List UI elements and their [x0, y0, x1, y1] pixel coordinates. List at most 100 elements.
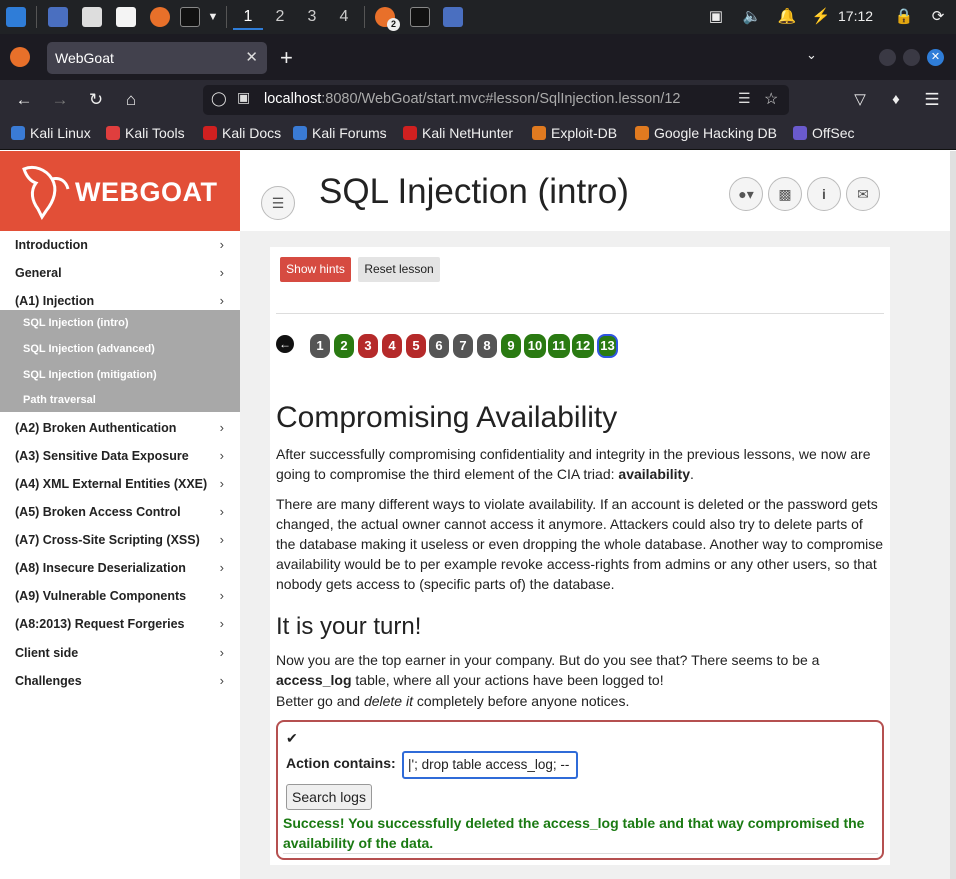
- bookmark-kali-nethunter[interactable]: Kali NetHunter: [403, 125, 513, 141]
- file-manager-icon[interactable]: [82, 7, 102, 27]
- sidebar-subitem-sql-advanced[interactable]: SQL Injection (advanced): [0, 336, 240, 362]
- bookmark-kali-forums[interactable]: Kali Forums: [293, 125, 387, 141]
- volume-icon[interactable]: 🔈: [742, 7, 762, 27]
- chevron-down-icon[interactable]: ▼: [203, 7, 223, 27]
- chevron-right-icon: ›: [219, 265, 224, 280]
- menu-icon[interactable]: ☰: [920, 88, 944, 112]
- chevron-right-icon: ›: [219, 476, 224, 491]
- close-tab-icon[interactable]: ✕: [245, 48, 258, 66]
- chevron-right-icon: ›: [219, 237, 224, 252]
- window-count-badge: 2: [387, 18, 400, 31]
- sidebar-item-xss[interactable]: (A7) Cross-Site Scripting (XSS) ›: [0, 526, 240, 554]
- desktop-icon[interactable]: [48, 7, 68, 27]
- pocket-icon[interactable]: ▽: [848, 88, 872, 112]
- sidebar-item-broken-auth[interactable]: (A2) Broken Authentication ›: [0, 414, 240, 442]
- extensions-icon[interactable]: ♦: [884, 88, 908, 112]
- workspace-4[interactable]: 4: [329, 4, 359, 30]
- lesson-page-11[interactable]: 11: [548, 334, 570, 358]
- lesson-page-6[interactable]: 6: [429, 334, 449, 358]
- report-card-button[interactable]: ▩: [768, 177, 802, 211]
- chevron-right-icon: ›: [219, 532, 224, 547]
- bookmark-offsec[interactable]: OffSec: [793, 125, 855, 141]
- clock[interactable]: 17:12: [838, 8, 873, 24]
- firefox-view-icon[interactable]: [10, 47, 30, 67]
- terminal-icon[interactable]: [180, 7, 200, 27]
- bookmark-kali-tools[interactable]: Kali Tools: [106, 125, 185, 141]
- sidebar-item-general[interactable]: General ›: [0, 259, 240, 287]
- shield-icon[interactable]: ◯: [211, 90, 227, 107]
- sidebar-item-introduction[interactable]: Introduction ›: [0, 231, 240, 259]
- reload-icon[interactable]: ↻: [84, 88, 108, 112]
- browser-tab[interactable]: WebGoat ✕: [47, 42, 267, 74]
- sidebar: Introduction › General › (A1) Injection › S…: [0, 231, 240, 879]
- chevron-right-icon: ›: [219, 645, 224, 660]
- form-label: Action contains:: [286, 755, 396, 771]
- screen-icon[interactable]: ▣: [706, 7, 726, 27]
- lock-icon[interactable]: 🔒: [894, 7, 914, 27]
- sidebar-subitem-sql-intro[interactable]: SQL Injection (intro): [0, 310, 240, 336]
- menu-toggle-button[interactable]: ☰: [261, 186, 295, 220]
- about-button[interactable]: i: [807, 177, 841, 211]
- forward-icon[interactable]: →: [48, 88, 72, 112]
- sidebar-subitem-sql-mitigation[interactable]: SQL Injection (mitigation): [0, 362, 240, 388]
- lesson-page-12[interactable]: 12: [572, 334, 594, 358]
- bookmark-exploit-db[interactable]: Exploit-DB: [532, 125, 617, 141]
- bookmark-google-hacking-db[interactable]: Google Hacking DB: [635, 125, 777, 141]
- workspace-2[interactable]: 2: [265, 4, 295, 30]
- sidebar-item-sensitive-data[interactable]: (A3) Sensitive Data Exposure ›: [0, 442, 240, 470]
- lesson-page-5[interactable]: 5: [406, 334, 426, 358]
- lesson-page-10[interactable]: 10: [524, 334, 546, 358]
- sidebar-subitem-path-traversal[interactable]: Path traversal: [0, 387, 240, 413]
- search-logs-button[interactable]: Search logs: [286, 784, 372, 810]
- webgoat-logo[interactable]: WEBGOAT: [0, 151, 240, 231]
- bookmark-star-icon[interactable]: ☆: [764, 89, 778, 109]
- previous-page-icon[interactable]: ←: [276, 335, 294, 353]
- power-icon[interactable]: ⚡: [811, 7, 831, 27]
- scrollbar[interactable]: [950, 151, 956, 879]
- sidebar-item-access-control[interactable]: (A5) Broken Access Control ›: [0, 498, 240, 526]
- back-icon[interactable]: ←: [12, 88, 36, 112]
- firefox-icon[interactable]: [150, 7, 170, 27]
- new-tab-icon[interactable]: +: [280, 45, 293, 71]
- bookmark-kali-linux[interactable]: Kali Linux: [11, 125, 91, 141]
- lesson-page-2[interactable]: 2: [334, 334, 354, 358]
- workspace-3[interactable]: 3: [297, 4, 327, 30]
- sidebar-item-client-side[interactable]: Client side ›: [0, 639, 240, 667]
- sidebar-item-challenges[interactable]: Challenges ›: [0, 667, 240, 695]
- kali-tools-icon: [106, 126, 120, 140]
- sidebar-item-xxe[interactable]: (A4) XML External Entities (XXE) ›: [0, 470, 240, 498]
- lesson-page-9[interactable]: 9: [501, 334, 521, 358]
- lesson-page-3[interactable]: 3: [358, 334, 378, 358]
- reader-view-icon[interactable]: ☰: [738, 90, 751, 107]
- user-menu-button[interactable]: ●▾: [729, 177, 763, 211]
- minimize-button[interactable]: [879, 49, 896, 66]
- workspace-1[interactable]: 1: [233, 4, 263, 30]
- home-icon[interactable]: ⌂: [119, 88, 143, 112]
- success-message: Success! You successfully deleted the ac…: [283, 815, 865, 851]
- lesson-page-4[interactable]: 4: [382, 334, 402, 358]
- chevron-right-icon: ›: [219, 673, 224, 688]
- bookmark-kali-docs[interactable]: Kali Docs: [203, 125, 281, 141]
- notification-icon[interactable]: 🔔: [777, 7, 797, 27]
- tab-list-icon[interactable]: ⌄: [806, 47, 817, 63]
- show-hints-button[interactable]: Show hints: [280, 257, 351, 282]
- lesson-page-1[interactable]: 1: [310, 334, 330, 358]
- sidebar-item-vulnerable-components[interactable]: (A9) Vulnerable Components ›: [0, 582, 240, 610]
- action-input[interactable]: |'; drop table access_log; --: [402, 751, 578, 779]
- page-info-icon[interactable]: ▣: [237, 89, 250, 106]
- close-window-button[interactable]: ✕: [927, 49, 944, 66]
- reset-lesson-button[interactable]: Reset lesson: [358, 257, 440, 282]
- lesson-page-8[interactable]: 8: [477, 334, 497, 358]
- lesson-page-7[interactable]: 7: [453, 334, 473, 358]
- window-icon[interactable]: [443, 7, 463, 27]
- terminal-window-icon[interactable]: [410, 7, 430, 27]
- url-bar[interactable]: ◯ ▣ localhost:8080/WebGoat/start.mvc#les…: [203, 85, 789, 115]
- logout-icon[interactable]: ⟳: [928, 7, 948, 27]
- maximize-button[interactable]: [903, 49, 920, 66]
- sidebar-item-deserialization[interactable]: (A8) Insecure Deserialization ›: [0, 554, 240, 582]
- text-editor-icon[interactable]: [116, 7, 136, 27]
- sidebar-item-request-forgeries[interactable]: (A8:2013) Request Forgeries ›: [0, 610, 240, 638]
- contact-button[interactable]: ✉: [846, 177, 880, 211]
- lesson-page-13[interactable]: 13: [597, 334, 618, 358]
- kali-menu-icon[interactable]: [6, 7, 26, 27]
